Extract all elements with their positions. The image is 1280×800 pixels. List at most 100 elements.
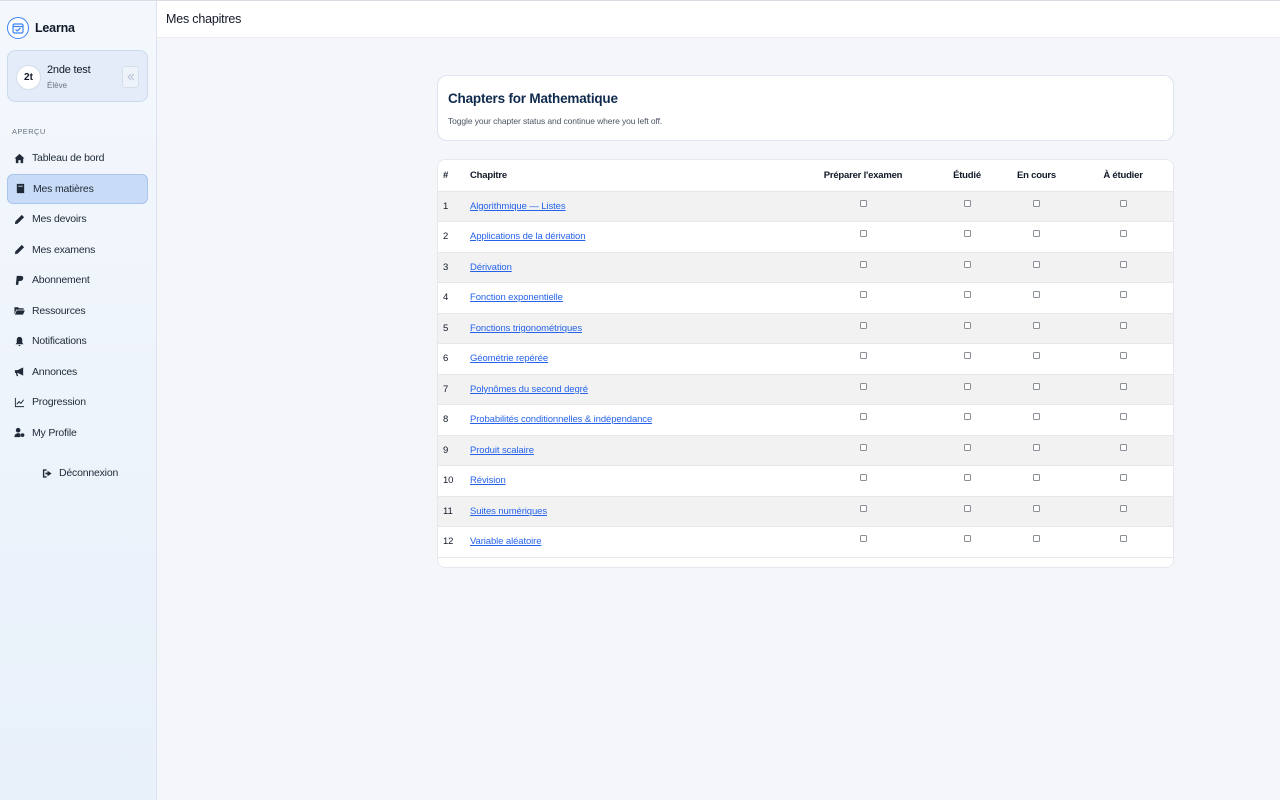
to-study-checkbox[interactable] (1119, 260, 1127, 268)
studied-checkbox[interactable] (963, 413, 971, 421)
chapter-link[interactable]: Applications de la dérivation (470, 231, 586, 242)
chapter-link[interactable]: Probabilités conditionnelles & indépenda… (470, 414, 652, 425)
chapter-number: 12 (438, 526, 470, 558)
studied-checkbox[interactable] (963, 443, 971, 451)
in-progress-checkbox[interactable] (1033, 382, 1040, 390)
sidebar-item-tableau-de-bord[interactable]: Tableau de bord (7, 143, 148, 174)
in-progress-checkbox[interactable] (1033, 199, 1040, 207)
chapters-table: # Chapitre Préparer l'examen Étudié En c… (438, 160, 1173, 558)
in-progress-checkbox[interactable] (1033, 443, 1040, 451)
megaphone-icon (13, 366, 25, 378)
chapter-number: 3 (438, 252, 470, 283)
chapter-link[interactable]: Révision (470, 475, 506, 486)
prepare-exam-checkbox[interactable] (859, 413, 867, 421)
studied-checkbox[interactable] (963, 260, 971, 268)
double-chevron-left-icon (126, 73, 134, 81)
studied-checkbox-cell (932, 282, 1002, 314)
in-progress-checkbox[interactable] (1033, 474, 1040, 482)
in-progress-checkbox[interactable] (1033, 291, 1040, 299)
to-study-checkbox[interactable] (1119, 382, 1127, 390)
sidebar-item-annonces[interactable]: Annonces (7, 357, 148, 388)
chapter-link[interactable]: Fonctions trigonométriques (470, 323, 582, 334)
in-progress-checkbox[interactable] (1033, 504, 1040, 512)
to-study-checkbox[interactable] (1119, 504, 1127, 512)
home-icon (13, 152, 25, 164)
to-study-checkbox[interactable] (1119, 352, 1127, 360)
to-study-checkbox[interactable] (1119, 199, 1127, 207)
in-progress-checkbox[interactable] (1033, 352, 1040, 360)
prepare-exam-checkbox[interactable] (859, 504, 867, 512)
prepare-exam-checkbox[interactable] (859, 474, 867, 482)
sidebar-item-mes-matieres[interactable]: Mes matières (7, 173, 148, 204)
sidebar-item-progression[interactable]: Progression (7, 387, 148, 418)
chapter-link[interactable]: Algorithmique — Listes (470, 201, 566, 212)
chapter-link[interactable]: Produit scalaire (470, 445, 534, 456)
in-progress-checkbox[interactable] (1033, 321, 1040, 329)
to-study-checkbox-cell (1071, 526, 1173, 558)
chapter-link[interactable]: Fonction exponentielle (470, 292, 563, 303)
sidebar-item-mes-examens[interactable]: Mes examens (7, 235, 148, 266)
in-progress-checkbox-cell (1002, 252, 1071, 283)
studied-checkbox[interactable] (963, 230, 971, 238)
sidebar-item-mes-devoirs[interactable]: Mes devoirs (7, 204, 148, 235)
chapter-link[interactable]: Variable aléatoire (470, 536, 542, 547)
to-study-checkbox[interactable] (1119, 535, 1127, 543)
prepare-exam-checkbox-cell (794, 221, 932, 253)
prepare-exam-checkbox[interactable] (859, 321, 867, 329)
chapters-table-card: # Chapitre Préparer l'examen Étudié En c… (437, 159, 1174, 568)
studied-checkbox[interactable] (963, 352, 971, 360)
to-study-checkbox[interactable] (1119, 230, 1127, 238)
to-study-checkbox[interactable] (1119, 413, 1127, 421)
in-progress-checkbox[interactable] (1033, 260, 1040, 268)
collapse-sidebar-button[interactable] (122, 66, 139, 88)
studied-checkbox-cell (932, 191, 1002, 222)
in-progress-checkbox-cell (1002, 221, 1071, 253)
studied-checkbox[interactable] (963, 474, 971, 482)
to-study-checkbox[interactable] (1119, 291, 1127, 299)
prepare-exam-checkbox[interactable] (859, 352, 867, 360)
sidebar-item-ressources[interactable]: Ressources (7, 296, 148, 327)
to-study-checkbox[interactable] (1119, 321, 1127, 329)
prepare-exam-checkbox[interactable] (859, 199, 867, 207)
studied-checkbox[interactable] (963, 199, 971, 207)
prepare-exam-checkbox[interactable] (859, 260, 867, 268)
table-row: 6 Géométrie repérée (438, 343, 1173, 375)
table-row: 5 Fonctions trigonométriques (438, 313, 1173, 344)
in-progress-checkbox[interactable] (1033, 535, 1040, 543)
chapter-link[interactable]: Polynômes du second degré (470, 384, 588, 395)
chapter-name-cell: Dérivation (470, 252, 794, 283)
sidebar-item-label: Mes examens (32, 243, 96, 256)
studied-checkbox[interactable] (963, 291, 971, 299)
studied-checkbox[interactable] (963, 321, 971, 329)
sidebar-item-notifications[interactable]: Notifications (7, 326, 148, 357)
to-study-checkbox[interactable] (1119, 474, 1127, 482)
prepare-exam-checkbox[interactable] (859, 443, 867, 451)
sidebar-item-abonnement[interactable]: Abonnement (7, 265, 148, 296)
to-study-checkbox[interactable] (1119, 443, 1127, 451)
sidebar-nav: Tableau de bord Mes matières Mes devoirs… (7, 143, 148, 448)
to-study-checkbox-cell (1071, 435, 1173, 466)
studied-checkbox[interactable] (963, 504, 971, 512)
prepare-exam-checkbox[interactable] (859, 291, 867, 299)
pencil-icon (13, 244, 25, 256)
chapter-link[interactable]: Dérivation (470, 262, 512, 273)
in-progress-checkbox[interactable] (1033, 230, 1040, 238)
prepare-exam-checkbox[interactable] (859, 230, 867, 238)
sidebar-item-label: Mes devoirs (32, 213, 87, 226)
chapter-number: 7 (438, 374, 470, 405)
logout-button[interactable]: Déconnexion (42, 467, 118, 479)
in-progress-checkbox[interactable] (1033, 413, 1040, 421)
prepare-exam-checkbox[interactable] (859, 382, 867, 390)
to-study-checkbox-cell (1071, 404, 1173, 436)
chapter-link[interactable]: Suites numériques (470, 506, 547, 517)
prepare-exam-checkbox[interactable] (859, 535, 867, 543)
to-study-checkbox-cell (1071, 221, 1173, 253)
sidebar-item-my-profile[interactable]: My Profile (7, 418, 148, 449)
studied-checkbox[interactable] (963, 382, 971, 390)
prepare-exam-checkbox-cell (794, 191, 932, 222)
brand[interactable]: Learna (7, 15, 75, 41)
studied-checkbox[interactable] (963, 535, 971, 543)
chapter-link[interactable]: Géométrie repérée (470, 353, 548, 364)
chapter-number: 1 (438, 191, 470, 222)
prepare-exam-checkbox-cell (794, 282, 932, 314)
